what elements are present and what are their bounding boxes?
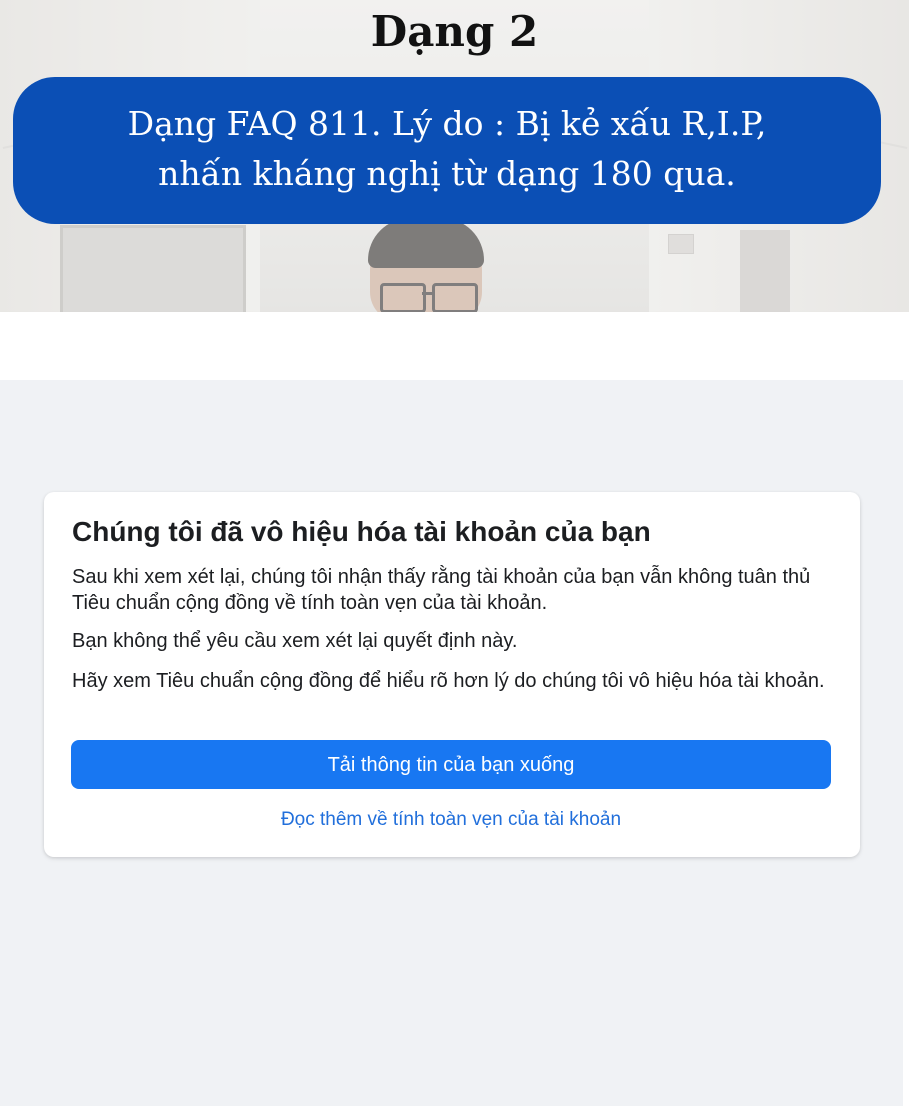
page-heading: Dạng 2 (370, 7, 539, 56)
learn-more-link[interactable]: Đọc thêm về tính toàn vẹn của tài khoản (71, 807, 831, 833)
card-title: Chúng tôi đã vô hiệu hóa tài khoản của b… (72, 516, 651, 547)
disabled-account-card: Chúng tôi đã vô hiệu hóa tài khoản của b… (44, 492, 860, 857)
banner-line-1: Dạng FAQ 811. Lý do : Bị kẻ xấu R,I.P, (127, 104, 767, 143)
no-appeal-text: Bạn không thể yêu cầu xem xét lại quyết … (72, 630, 518, 652)
screen-edge (903, 312, 909, 1106)
community-standards-text: Hãy xem Tiêu chuẩn cộng đồng để hiểu rõ … (72, 670, 825, 692)
review-result-text: Sau khi xem xét lại, chúng tôi nhận thấy… (72, 566, 811, 614)
app-header-bar (0, 312, 903, 380)
download-info-button[interactable]: Tải thông tin của bạn xuống (71, 740, 831, 789)
info-banner: Dạng FAQ 811. Lý do : Bị kẻ xấu R,I.P, n… (13, 77, 881, 224)
banner-line-2: nhấn kháng nghị từ dạng 180 qua. (158, 154, 736, 193)
